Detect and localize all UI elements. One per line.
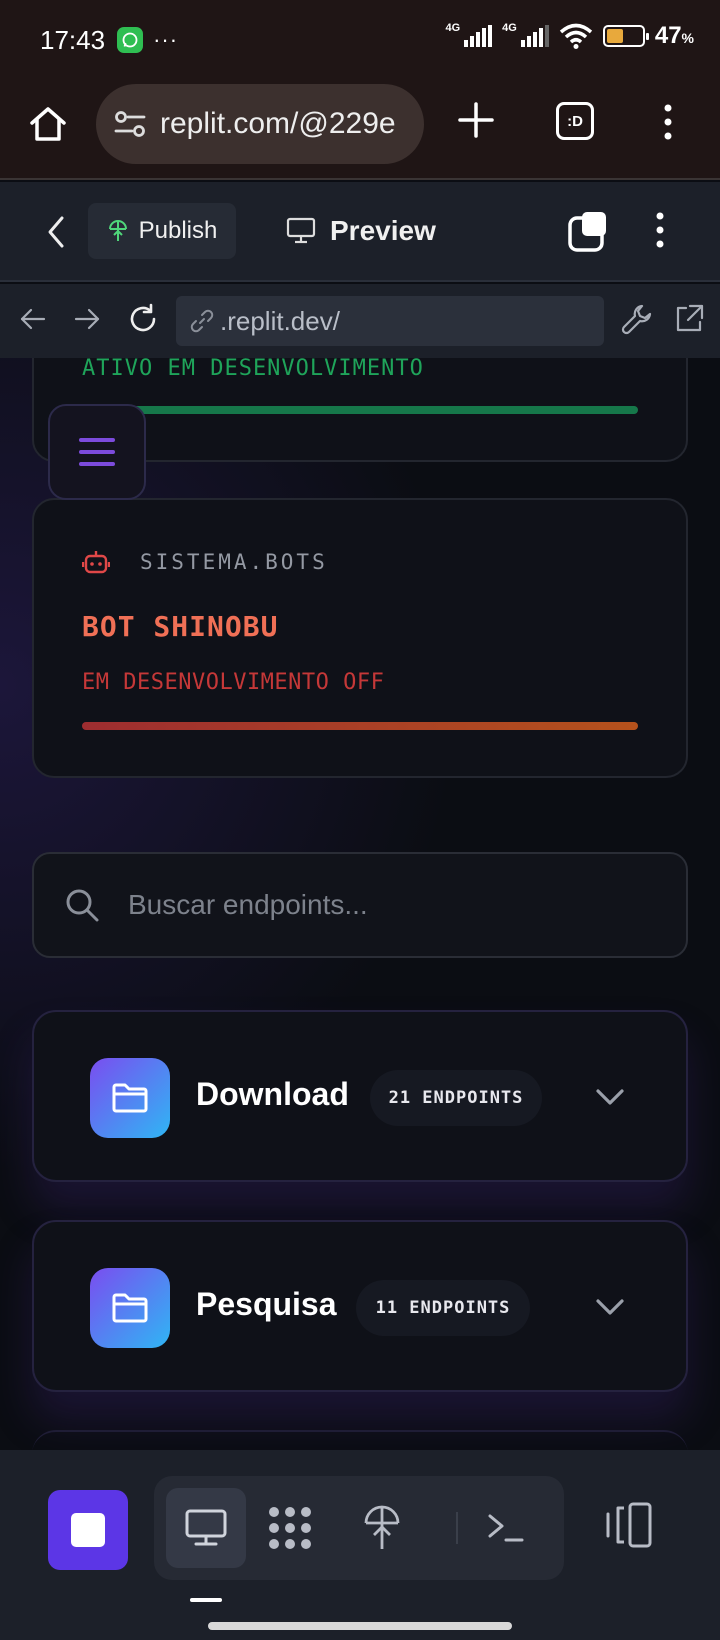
status-card-text: ATIVO EM DESENVOLVIMENTO (82, 358, 424, 381)
tool-group (154, 1476, 564, 1580)
endpoint-count-badge: 21 ENDPOINTS (370, 1070, 542, 1126)
publish-label: Publish (138, 217, 218, 244)
status-bar: 17:43 ··· 4G 4G 47% (0, 0, 720, 80)
battery-fill (606, 29, 623, 43)
network-type-2: 4G (502, 22, 517, 34)
stop-icon (71, 1513, 105, 1547)
replit-tabs-icon[interactable] (568, 210, 610, 252)
more-notifications-icon: ··· (153, 27, 179, 52)
replit-menu-icon[interactable] (652, 210, 668, 250)
wifi-icon (559, 23, 592, 49)
webview-content: ATIVO EM DESENVOLVIMENTO SISTEMA.BOTS BO… (0, 358, 720, 1450)
arrow-forward-icon[interactable] (70, 302, 104, 336)
new-tab-icon[interactable] (456, 100, 496, 140)
bot-name: BOT SHINOBU (82, 610, 279, 643)
browser-menu-icon[interactable] (660, 102, 676, 142)
active-indicator (190, 1598, 222, 1602)
hamburger-line (79, 438, 115, 442)
search-icon (66, 889, 99, 922)
tool-shell[interactable] (466, 1488, 546, 1568)
monitor-icon (185, 1509, 227, 1546)
toolbar-divider (456, 1512, 458, 1544)
monitor-icon (286, 217, 316, 244)
chevron-down-icon[interactable] (594, 1086, 626, 1108)
bot-system-label: SISTEMA.BOTS (140, 550, 328, 574)
status-card-bar (82, 406, 638, 414)
next-card-edge (32, 1430, 688, 1450)
folder-icon (90, 1268, 170, 1348)
open-external-icon[interactable] (672, 302, 706, 336)
tab-preview[interactable]: Preview (286, 206, 436, 256)
tool-publish[interactable] (342, 1488, 422, 1568)
category-pesquisa[interactable]: Pesquisa 11 ENDPOINTS (32, 1220, 688, 1392)
terminal-icon (488, 1514, 524, 1542)
address-bar[interactable]: replit.com/@229e (96, 84, 424, 164)
publish-icon (364, 1505, 400, 1549)
category-download[interactable]: Download 21 ENDPOINTS (32, 1010, 688, 1182)
browser-toolbar: replit.com/@229e :D (0, 80, 720, 180)
status-time: 17:43 (40, 24, 106, 55)
link-icon (190, 309, 214, 333)
publish-icon (108, 220, 127, 241)
reload-icon[interactable] (126, 302, 160, 336)
replit-bottom-toolbar (0, 1450, 720, 1640)
arrow-back-icon[interactable] (16, 302, 50, 336)
tab-switcher-button[interactable]: :D (556, 102, 594, 140)
signal-2-icon (520, 25, 549, 47)
bot-card: SISTEMA.BOTS BOT SHINOBU EM DESENVOLVIME… (32, 498, 688, 778)
whatsapp-icon (117, 27, 144, 53)
home-icon[interactable] (28, 104, 68, 144)
signal-1-icon (464, 25, 493, 47)
battery-percent-unit: % (681, 30, 694, 46)
endpoint-count-badge: 11 ENDPOINTS (356, 1280, 530, 1336)
folder-icon (90, 1058, 170, 1138)
tool-agent[interactable] (250, 1488, 330, 1568)
hamburger-menu-button[interactable] (48, 404, 146, 500)
replit-header: Publish Preview (0, 182, 720, 282)
network-type-1: 4G (445, 22, 461, 34)
webview-toolbar: .replit.dev/ (0, 284, 720, 358)
webview-url-field[interactable]: .replit.dev/ (176, 296, 604, 346)
stop-button[interactable] (48, 1490, 128, 1570)
tool-preview[interactable] (166, 1488, 246, 1568)
hamburger-line (79, 462, 115, 466)
back-chevron-icon[interactable] (44, 214, 68, 250)
search-input[interactable] (128, 889, 608, 921)
publish-button[interactable]: Publish (88, 203, 236, 259)
webview-url: .replit.dev/ (220, 305, 340, 336)
site-settings-icon[interactable] (114, 110, 146, 138)
status-indicators: 4G 4G 47% (445, 22, 694, 50)
bot-icon (82, 551, 110, 574)
category-title: Download (196, 1076, 349, 1112)
bot-status: EM DESENVOLVIMENTO OFF (82, 670, 385, 695)
bot-status-bar (82, 722, 638, 730)
category-title: Pesquisa (196, 1286, 337, 1322)
hamburger-line (79, 450, 115, 454)
chevron-down-icon[interactable] (594, 1296, 626, 1318)
search-box (32, 852, 688, 958)
battery-percent-value: 47 (654, 22, 682, 49)
panel-layout-icon[interactable] (604, 1500, 656, 1550)
home-indicator[interactable] (208, 1622, 512, 1630)
agent-icon (269, 1507, 311, 1549)
battery-percent: 47% (655, 22, 694, 50)
wrench-icon[interactable] (620, 302, 654, 336)
preview-label: Preview (330, 215, 436, 246)
address-url: replit.com/@229e (160, 107, 396, 140)
battery-icon (602, 25, 649, 47)
